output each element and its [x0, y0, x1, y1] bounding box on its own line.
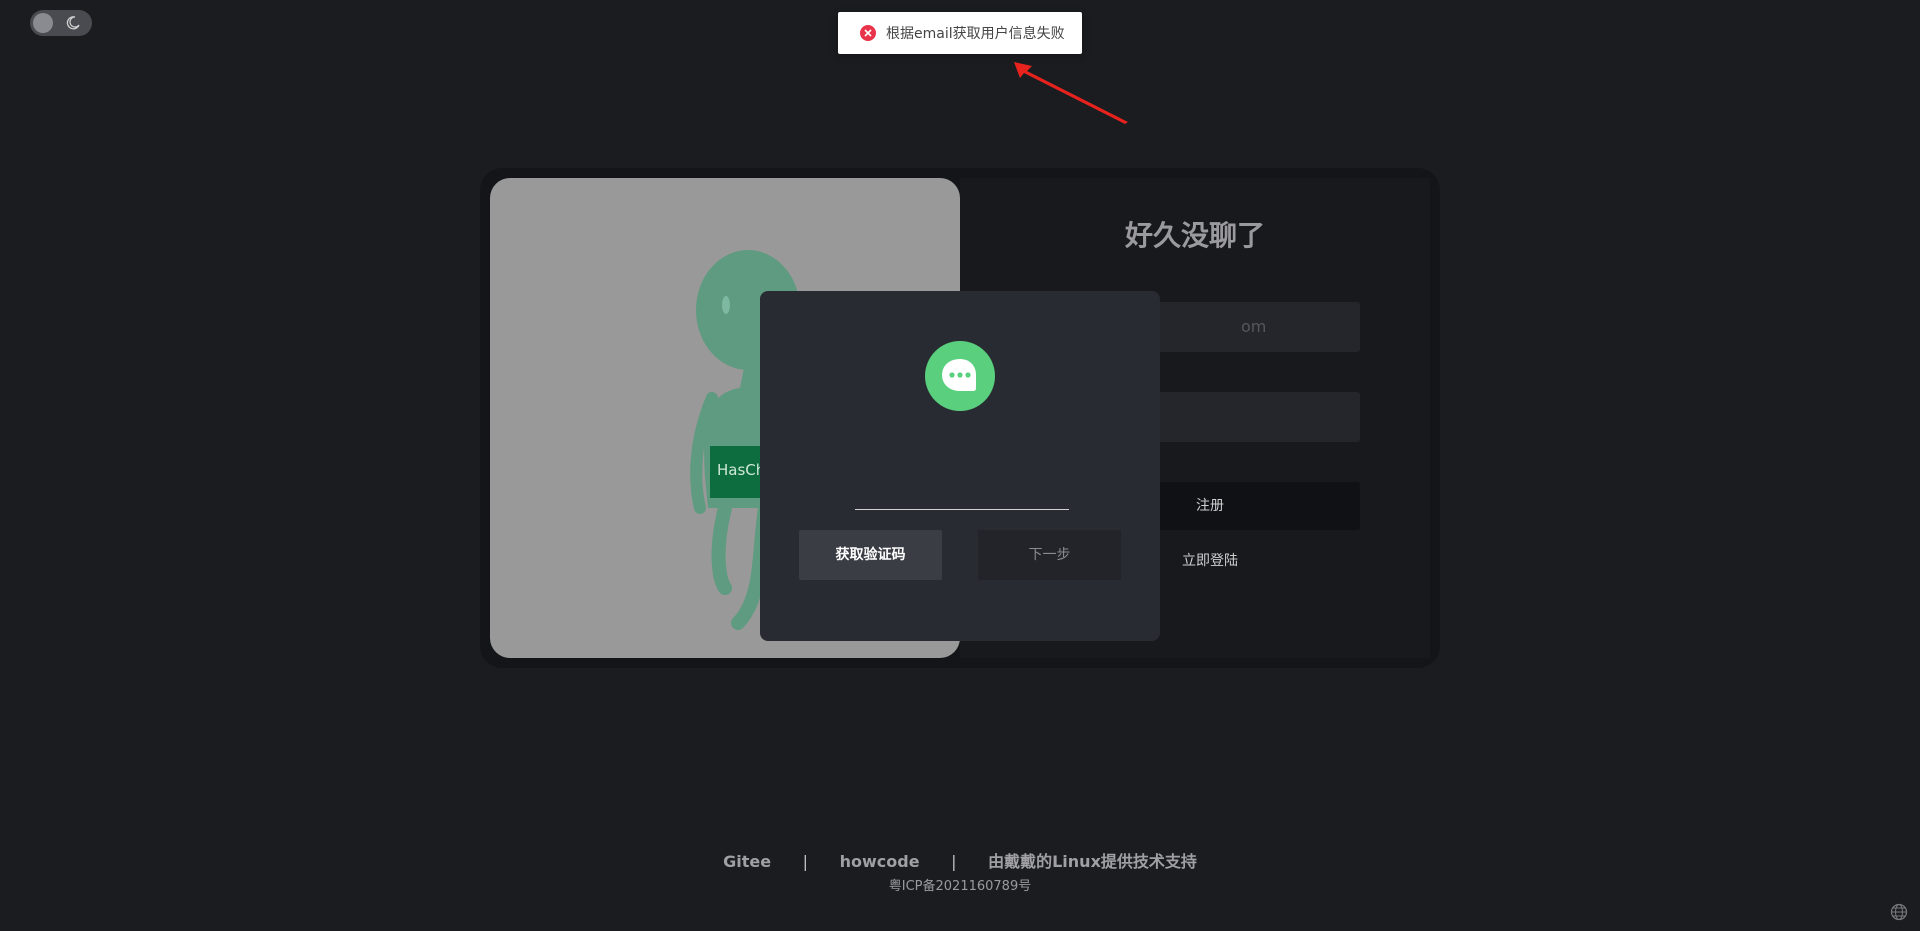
footer-link-howcode[interactable]: howcode [840, 852, 920, 871]
get-code-button[interactable]: 获取验证码 [799, 530, 942, 580]
footer-link-gitee[interactable]: Gitee [723, 852, 771, 871]
form-title: 好久没聊了 [1124, 219, 1265, 252]
footer-link-support[interactable]: 由戴戴的Linux提供技术支持 [988, 852, 1197, 871]
moon-icon [66, 16, 80, 30]
theme-toggle[interactable] [30, 10, 92, 36]
mascot-badge-text: HasCh [717, 461, 766, 479]
verification-code-input[interactable] [855, 481, 1069, 510]
annotation-arrow [1014, 62, 1128, 124]
error-toast: 根据email获取用户信息失败 [838, 12, 1082, 54]
footer-links: Gitee | howcode | 由戴戴的Linux提供技术支持 [0, 848, 1920, 872]
footer-separator: | [951, 852, 957, 871]
icp-record[interactable]: 粤ICP备2021160789号 [0, 875, 1920, 894]
toggle-knob [33, 13, 53, 33]
verify-modal: 获取验证码 下一步 [760, 291, 1160, 641]
footer-separator: | [802, 852, 809, 871]
chat-bubble-icon [925, 341, 995, 411]
error-icon [860, 25, 876, 41]
toast-message: 根据email获取用户信息失败 [886, 26, 1065, 42]
globe-icon[interactable] [1890, 903, 1908, 921]
next-step-button[interactable]: 下一步 [978, 530, 1121, 580]
